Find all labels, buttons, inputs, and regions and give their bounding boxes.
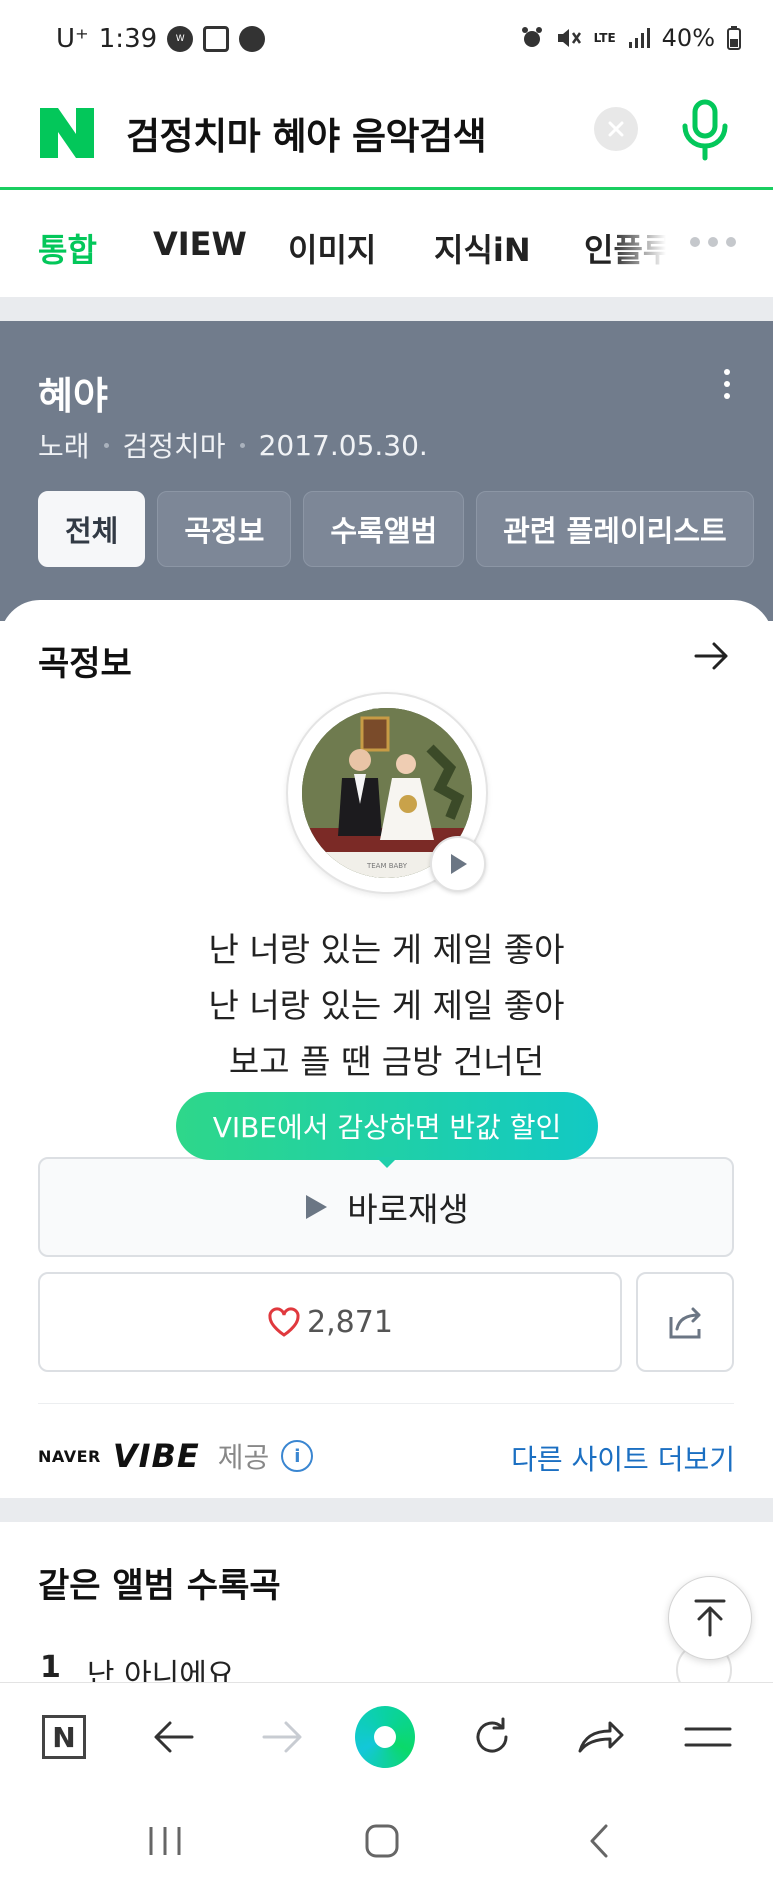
tab-image[interactable]: 이미지 [288,225,376,271]
chevron-left-icon [590,1824,608,1858]
song-header: 혜야 노래 검정치마 2017.05.30. 전체 곡정보 수록앨범 관련 플레… [0,321,773,621]
like-count: 2,871 [307,1304,393,1340]
home-icon [365,1824,399,1858]
search-header: 검정치마 혜야 음악검색 [0,84,773,190]
search-query[interactable]: 검정치마 혜야 음악검색 [126,106,487,160]
wear-icon: W [167,26,194,52]
share-icon [669,1307,701,1339]
tab-integrated[interactable]: 통합 [38,225,97,271]
lyric-line: 보고 플 땐 금방 건너던 [228,1042,545,1081]
calendar-icon [203,26,230,52]
tab-view[interactable]: VIEW [153,225,247,263]
status-bar: U⁺ 1:39 W LTE 40% [0,0,773,84]
album-tracks-title[interactable]: 같은 앨범 수록곡 [38,1558,281,1607]
share-arrow-icon [578,1721,624,1753]
carrier-label: U⁺ [56,24,89,54]
network-label: LTE [593,31,616,45]
album-tracks-section: 같은 앨범 수록곡 1 난 아니에요 [0,1522,773,1698]
promo-tooltip-tail [376,1157,398,1168]
clock: 1:39 [98,24,158,54]
song-meta: 노래 검정치마 2017.05.30. [38,425,428,465]
share-button[interactable] [636,1272,734,1372]
alarm-icon [521,27,542,47]
clear-search-button[interactable] [594,107,638,151]
menu-button[interactable] [678,1707,738,1767]
battery-icon [727,26,741,50]
status-right: LTE 40% [520,24,741,52]
status-left: U⁺ 1:39 W [56,24,266,54]
vibe-logo[interactable]: VIBE [113,1437,200,1475]
naver-wordmark: NAVER [38,1446,101,1466]
provide-label: 제공 [217,1441,270,1474]
album-art-disc[interactable]: TEAM BABY [286,692,488,894]
more-vert-icon[interactable] [724,369,730,399]
hamburger-menu-icon [684,1727,732,1747]
back-button[interactable] [144,1707,204,1767]
more-tabs-icon[interactable] [690,237,736,247]
song-date: 2017.05.30. [258,428,428,462]
chip-all[interactable]: 전체 [38,491,146,567]
tab-knowledge-in[interactable]: 지식iN [434,225,531,271]
green-dot-icon [355,1706,415,1768]
more-sites-link[interactable]: 다른 사이트 더보기 [511,1438,735,1478]
info-icon[interactable]: i [281,1440,314,1472]
naver-home-button[interactable]: N [34,1707,94,1767]
chip-album[interactable]: 수록앨범 [303,491,465,567]
separator-dot [239,442,245,448]
battery-label: 40% [661,24,715,52]
provider-row: NAVER VIBE 제공 i [38,1436,314,1476]
song-info-card: 곡정보 TEAM BABY 난 너랑 있는 게 제일 좋아 난 너랑 있는 게 … [0,600,773,1498]
close-icon [608,121,624,137]
separator-dot [103,442,109,448]
arrow-right-icon [262,1721,302,1753]
card-title[interactable]: 곡정보 [38,636,132,685]
divider [38,1403,734,1404]
arrow-right-icon[interactable] [692,638,732,674]
share-page-button[interactable] [570,1707,630,1767]
album-caption: TEAM BABY [366,862,408,870]
refresh-icon [476,1717,508,1753]
chip-song-info[interactable]: 곡정보 [157,491,292,567]
green-dot-button[interactable] [355,1706,415,1768]
recent-apps-button[interactable] [140,1816,190,1866]
vibe-promo-tooltip[interactable]: VIBE에서 감상하면 반값 할인 [176,1092,598,1160]
album-play-button[interactable] [430,836,486,892]
play-now-label: 바로재생 [347,1190,469,1229]
lyric-line: 난 너랑 있는 게 제일 좋아 [208,986,565,1025]
arrow-left-icon [154,1721,194,1753]
forward-button[interactable] [252,1707,312,1767]
like-button[interactable]: 2,871 [38,1272,622,1372]
chat-icon [239,26,266,52]
chip-related-playlist[interactable]: 관련 플레이리스트 [476,491,754,567]
home-button[interactable] [357,1816,407,1866]
tab-fade [610,193,680,297]
scroll-to-top-button[interactable] [668,1576,752,1660]
play-icon [306,1195,328,1219]
heart-icon [268,1307,300,1337]
system-back-button[interactable] [574,1816,624,1866]
lyrics-preview: 난 너랑 있는 게 제일 좋아 난 너랑 있는 게 제일 좋아 보고 플 땐 금… [0,922,773,1090]
mute-icon [557,29,581,47]
play-now-button[interactable]: 바로재생 [38,1157,734,1257]
refresh-button[interactable] [462,1707,522,1767]
song-type: 노래 [38,430,90,463]
microphone-icon[interactable] [680,98,730,162]
naver-logo[interactable] [40,106,94,160]
section-gap [0,1498,773,1522]
arrow-up-icon [694,1599,726,1637]
naver-n-icon: N [42,1715,86,1759]
section-gap [0,297,773,321]
system-navigation-bar [0,1792,773,1890]
song-tab-chips: 전체 곡정보 수록앨범 관련 플레이리스트 [38,491,754,567]
play-icon [451,854,467,874]
signal-icon [628,28,650,48]
browser-toolbar: N [0,1682,773,1792]
song-title: 혜야 [38,374,108,418]
search-tabs: 통합 VIEW 이미지 지식iN 인플루 [0,193,773,297]
recent-apps-icon [149,1827,181,1855]
lyric-line: 난 너랑 있는 게 제일 좋아 [208,930,565,969]
song-artist[interactable]: 검정치마 [123,425,226,465]
